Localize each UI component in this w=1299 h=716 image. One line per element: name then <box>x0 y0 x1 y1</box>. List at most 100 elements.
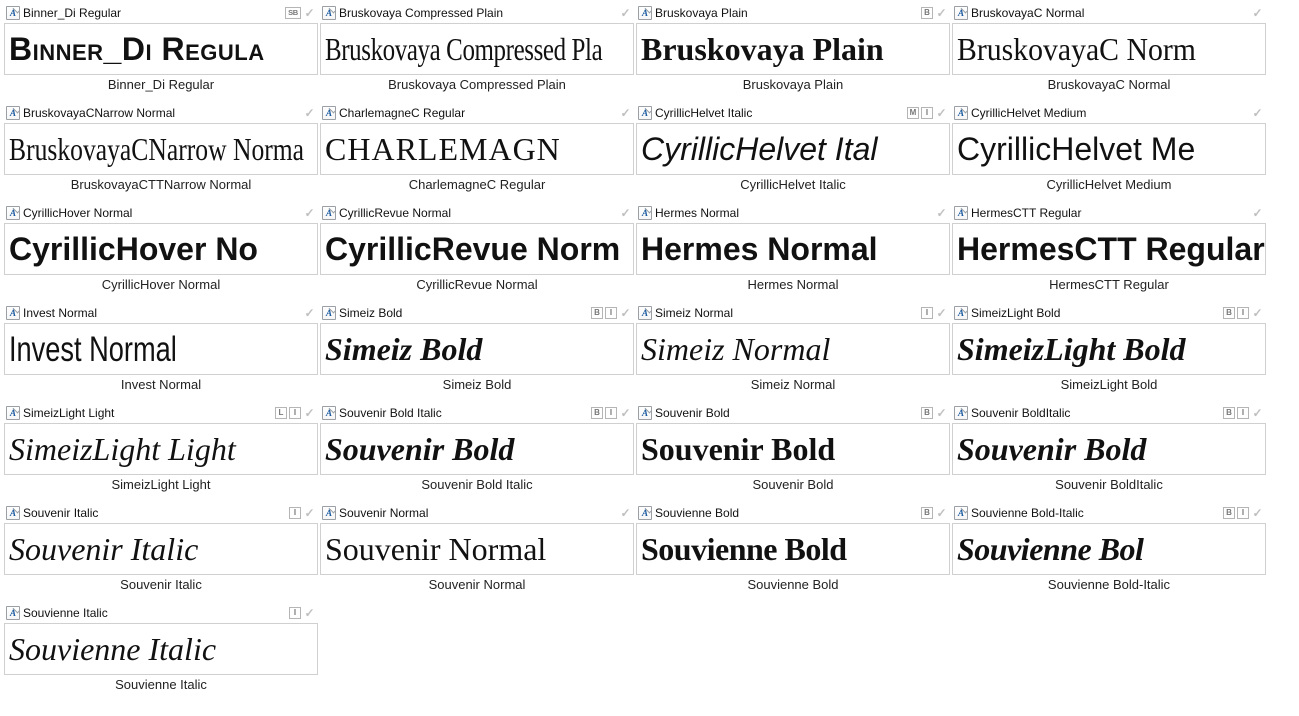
font-file-glyph: A <box>326 109 332 118</box>
check-icon[interactable]: ✓ <box>303 207 316 220</box>
check-icon[interactable]: ✓ <box>619 507 632 520</box>
check-icon[interactable]: ✓ <box>935 507 948 520</box>
check-icon[interactable]: ✓ <box>935 307 948 320</box>
font-preview[interactable]: HermesCTT Regular <box>952 223 1266 275</box>
check-icon[interactable]: ✓ <box>303 507 316 520</box>
font-item[interactable]: ABruskovaya Compressed Plain✓Bruskovaya … <box>320 4 634 102</box>
check-icon[interactable]: ✓ <box>1251 307 1264 320</box>
font-preview[interactable]: Souvienne Bol <box>952 523 1266 575</box>
font-title: HermesCTT Regular <box>971 206 1081 220</box>
font-preview[interactable]: Binner_Di Regula <box>4 23 318 75</box>
font-item[interactable]: ASouvenir Normal✓Souvenir NormalSouvenir… <box>320 504 634 602</box>
font-item[interactable]: ASouvienne Bold-ItalicBI✓Souvienne BolSo… <box>952 504 1266 602</box>
font-item[interactable]: ASimeiz BoldBI✓Simeiz BoldSimeiz Bold <box>320 304 634 402</box>
font-preview[interactable]: Invest Normal <box>4 323 318 375</box>
font-preview[interactable]: Souvenir Bold <box>636 423 950 475</box>
font-preview[interactable]: Souvenir Italic <box>4 523 318 575</box>
check-icon[interactable]: ✓ <box>303 7 316 20</box>
font-caption: CyrillicRevue Normal <box>320 277 634 295</box>
font-file-glyph: A <box>642 9 648 18</box>
check-icon[interactable]: ✓ <box>1251 207 1264 220</box>
font-file-icon: A <box>322 406 336 420</box>
font-preview[interactable]: CyrillicRevue Norm <box>320 223 634 275</box>
font-preview[interactable]: Souvenir Bold <box>952 423 1266 475</box>
check-icon[interactable]: ✓ <box>1251 107 1264 120</box>
font-item[interactable]: ASouvienne BoldB✓Souvienne BoldSouvienne… <box>636 504 950 602</box>
font-item[interactable]: ACyrillicHover Normal✓CyrillicHover NoCy… <box>4 204 318 302</box>
check-icon[interactable]: ✓ <box>935 407 948 420</box>
font-item[interactable]: ASouvenir ItalicI✓Souvenir ItalicSouveni… <box>4 504 318 602</box>
font-preview[interactable]: Bruskovaya Compressed Pla <box>320 23 634 75</box>
font-item[interactable]: ACyrillicHelvet Medium✓CyrillicHelvet Me… <box>952 104 1266 202</box>
font-preview[interactable]: Souvienne Bold <box>636 523 950 575</box>
font-preview[interactable]: CyrillicHover No <box>4 223 318 275</box>
font-file-icon: A <box>638 306 652 320</box>
font-file-glyph: A <box>958 309 964 318</box>
font-preview[interactable]: Souvenir Bold <box>320 423 634 475</box>
font-preview[interactable]: Simeiz Bold <box>320 323 634 375</box>
font-preview-text: Souvenir Bold <box>641 433 835 465</box>
check-icon[interactable]: ✓ <box>1251 507 1264 520</box>
check-icon[interactable]: ✓ <box>935 207 948 220</box>
font-item[interactable]: ASouvenir Bold ItalicBI✓Souvenir BoldSou… <box>320 404 634 502</box>
font-badges: BI✓ <box>1223 307 1264 320</box>
font-file-icon: A <box>638 206 652 220</box>
check-icon[interactable]: ✓ <box>619 207 632 220</box>
font-item-header: ASouvenir Normal✓ <box>320 504 634 522</box>
font-item[interactable]: A CyrillicRevue Normal ✓ CyrillicRevue Norm… <box>320 204 634 302</box>
check-icon[interactable]: ✓ <box>303 407 316 420</box>
check-icon[interactable]: ✓ <box>619 7 632 20</box>
font-preview[interactable]: Simeiz Normal <box>636 323 950 375</box>
font-preview[interactable]: BruskovayaCNarrow Norma <box>4 123 318 175</box>
font-title: CyrillicHelvet Medium <box>971 106 1086 120</box>
check-icon[interactable]: ✓ <box>1251 7 1264 20</box>
font-item[interactable]: AInvest Normal✓Invest NormalInvest Norma… <box>4 304 318 402</box>
font-preview[interactable]: Souvenir Normal <box>320 523 634 575</box>
check-icon[interactable]: ✓ <box>619 407 632 420</box>
check-icon[interactable]: ✓ <box>1251 407 1264 420</box>
font-caption: CyrillicHelvet Medium <box>952 177 1266 195</box>
font-item[interactable]: ASouvenir BoldItalicBI✓Souvenir BoldSouv… <box>952 404 1266 502</box>
font-preview[interactable]: Bruskovaya Plain <box>636 23 950 75</box>
font-item[interactable]: ABinner_Di RegularSB✓Binner_Di RegulaBin… <box>4 4 318 102</box>
font-item[interactable]: ACharlemagneC Regular✓CHARLEMAGNCharlema… <box>320 104 634 202</box>
font-preview[interactable]: SimeizLight Bold <box>952 323 1266 375</box>
font-preview[interactable]: SimeizLight Light <box>4 423 318 475</box>
font-preview[interactable]: BruskovayaC Norm <box>952 23 1266 75</box>
font-item[interactable]: ABruskovayaCNarrow Normal✓BruskovayaCNar… <box>4 104 318 202</box>
font-item[interactable]: ASimeiz NormalI✓Simeiz NormalSimeiz Norm… <box>636 304 950 402</box>
font-file-icon: A <box>322 206 336 220</box>
font-preview-text: CyrillicHover No <box>9 233 258 265</box>
font-item-header: ASouvenir Bold ItalicBI✓ <box>320 404 634 422</box>
font-preview[interactable]: CHARLEMAGN <box>320 123 634 175</box>
font-preview[interactable]: CyrillicHelvet Me <box>952 123 1266 175</box>
check-icon[interactable]: ✓ <box>619 107 632 120</box>
check-icon[interactable]: ✓ <box>303 107 316 120</box>
font-caption: Souvenir BoldItalic <box>952 477 1266 495</box>
font-title: CharlemagneC Regular <box>339 106 465 120</box>
font-item[interactable]: ASimeizLight LightLI✓SimeizLight LightSi… <box>4 404 318 502</box>
font-item[interactable]: AHermes Normal✓Hermes NormalHermes Norma… <box>636 204 950 302</box>
font-item[interactable]: ASimeizLight BoldBI✓SimeizLight BoldSime… <box>952 304 1266 402</box>
check-icon[interactable]: ✓ <box>619 307 632 320</box>
font-item[interactable]: ABruskovayaC Normal✓BruskovayaC NormBrus… <box>952 4 1266 102</box>
check-icon[interactable]: ✓ <box>935 7 948 20</box>
font-item-header: ACyrillicHelvet ItalicMI✓ <box>636 104 950 122</box>
font-item[interactable]: AHermesCTT Regular✓HermesCTT RegularHerm… <box>952 204 1266 302</box>
font-caption: CyrillicHover Normal <box>4 277 318 295</box>
font-preview[interactable]: Souvienne Italic <box>4 623 318 675</box>
font-preview[interactable]: CyrillicHelvet Ital <box>636 123 950 175</box>
check-icon[interactable]: ✓ <box>303 607 316 620</box>
font-preview[interactable]: Hermes Normal <box>636 223 950 275</box>
font-item[interactable]: ABruskovaya PlainB✓Bruskovaya PlainBrusk… <box>636 4 950 102</box>
check-icon[interactable]: ✓ <box>303 307 316 320</box>
font-badges: ✓ <box>619 7 632 20</box>
style-badge: I <box>1237 307 1249 319</box>
font-item[interactable]: ACyrillicHelvet ItalicMI✓CyrillicHelvet … <box>636 104 950 202</box>
font-item[interactable]: ASouvenir BoldB✓Souvenir BoldSouvenir Bo… <box>636 404 950 502</box>
font-badges: B✓ <box>921 7 948 20</box>
font-item-header: ABruskovayaC Normal✓ <box>952 4 1266 22</box>
font-item[interactable]: ASouvienne ItalicI✓Souvienne ItalicSouvi… <box>4 604 318 702</box>
check-icon[interactable]: ✓ <box>935 107 948 120</box>
font-item-header: ABinner_Di RegularSB✓ <box>4 4 318 22</box>
